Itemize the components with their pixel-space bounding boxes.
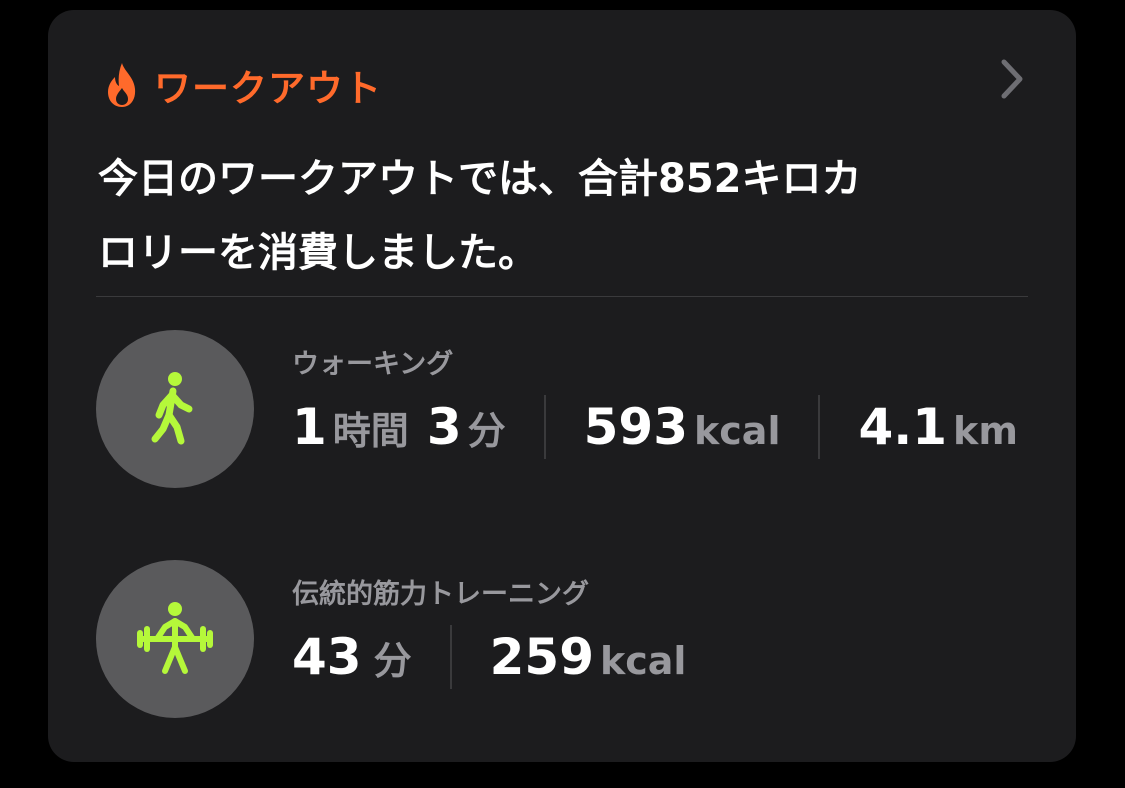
stat-separator bbox=[818, 395, 821, 459]
distance-unit: km bbox=[953, 409, 1018, 453]
calories-unit: kcal bbox=[599, 639, 687, 683]
duration-hours: 1 bbox=[292, 398, 327, 456]
distance-stat: 4.1 km bbox=[858, 398, 1017, 456]
duration-minutes: 3 bbox=[426, 398, 462, 456]
calories-value: 259 bbox=[489, 628, 594, 686]
duration-stat: 1 時間 3 分 bbox=[292, 398, 506, 456]
duration-minutes: 43 bbox=[292, 628, 362, 686]
minutes-unit: 分 bbox=[373, 639, 412, 683]
stat-separator bbox=[543, 395, 546, 459]
workout-stats: 1 時間 3 分 593 kcal 4.1 km bbox=[292, 394, 1018, 460]
calories-unit: kcal bbox=[694, 409, 781, 453]
card-title: ワークアウト bbox=[154, 67, 382, 110]
divider bbox=[96, 296, 1028, 297]
workout-name: 伝統的筋力トレーニング bbox=[292, 579, 589, 610]
workout-row-strength-training[interactable]: 伝統的筋力トレーニング 43 分 259 kcal bbox=[96, 560, 1036, 720]
stat-separator bbox=[449, 625, 452, 689]
calories-stat: 259 kcal bbox=[490, 628, 687, 686]
workout-row-walking[interactable]: ウォーキング 1 時間 3 分 593 kcal 4.1 km bbox=[96, 330, 1036, 490]
workout-card[interactable]: ワークアウト 今日のワークアウトでは、合計852キロカ ロリーを消費しました。 … bbox=[48, 10, 1076, 762]
chevron-right-icon[interactable] bbox=[1000, 58, 1024, 100]
card-header[interactable]: ワークアウト bbox=[104, 50, 382, 120]
workout-summary: 今日のワークアウトでは、合計852キロカ ロリーを消費しました。 bbox=[98, 142, 1028, 290]
duration-stat: 43 分 bbox=[292, 628, 412, 686]
summary-line-2: ロリーを消費しました。 bbox=[98, 230, 538, 276]
walking-figure-icon bbox=[151, 372, 193, 445]
workout-stats: 43 分 259 kcal bbox=[292, 624, 686, 690]
calories-value: 593 bbox=[583, 398, 688, 456]
summary-line-1: 今日のワークアウトでは、合計852キロカ bbox=[98, 156, 862, 202]
minutes-unit: 分 bbox=[467, 409, 506, 453]
workout-name: ウォーキング bbox=[292, 349, 454, 380]
hours-unit: 時間 bbox=[332, 409, 409, 453]
weightlifting-figure-icon bbox=[137, 602, 213, 674]
distance-value: 4.1 bbox=[858, 398, 948, 456]
flame-icon bbox=[108, 63, 136, 107]
workout-icon-circle bbox=[96, 560, 254, 718]
calories-stat: 593 kcal bbox=[584, 398, 781, 456]
workout-icon-circle bbox=[96, 330, 254, 488]
